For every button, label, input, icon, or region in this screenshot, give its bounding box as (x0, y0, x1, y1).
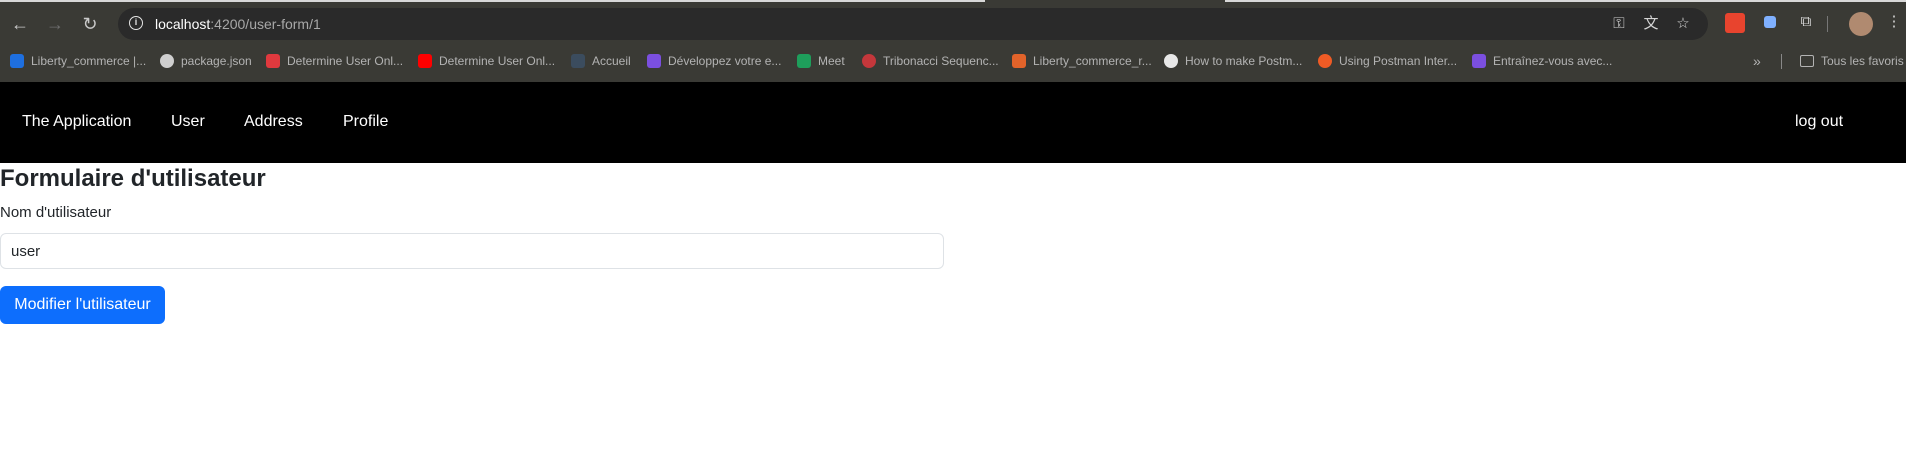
github-icon (1164, 54, 1178, 68)
all-bookmarks-folder[interactable]: Tous les favoris (1800, 51, 1904, 71)
nav-link-profile[interactable]: Profile (343, 113, 388, 131)
extension-icon[interactable] (1725, 13, 1745, 33)
browser-chrome: ← → ↻ i localhost:4200/user-form/1 ⚿ 文 ☆… (0, 0, 1906, 82)
page-title: Formulaire d'utilisateur (0, 165, 266, 192)
codewars-icon (862, 54, 876, 68)
nav-link-address[interactable]: Address (244, 113, 303, 131)
bookmark-item[interactable]: Liberty_commerce |... (10, 51, 146, 71)
reload-icon[interactable]: ↻ (78, 12, 102, 36)
folder-icon (1800, 55, 1814, 67)
back-icon[interactable]: ← (8, 12, 32, 36)
bookmark-star-icon[interactable]: ☆ (1674, 15, 1692, 33)
browser-toolbar: ← → ↻ i localhost:4200/user-form/1 ⚿ 文 ☆… (0, 5, 1906, 43)
site-info-icon[interactable]: i (129, 16, 143, 30)
bookmarks-overflow-chevron[interactable]: » (1753, 51, 1761, 71)
tab-edge (0, 0, 985, 2)
globe-icon (160, 54, 174, 68)
bookmark-item[interactable]: Développez votre e... (647, 51, 781, 71)
menu-kebab-icon[interactable]: ⋮ (1885, 13, 1903, 31)
tab-strip (0, 0, 1906, 3)
username-input[interactable] (0, 233, 944, 269)
toolbar-divider (1827, 16, 1828, 32)
bookmark-item[interactable]: package.json (160, 51, 252, 71)
bookmark-item[interactable]: Using Postman Inter... (1318, 51, 1457, 71)
update-user-button[interactable]: Modifier l'utilisateur (0, 286, 165, 324)
bookmark-item[interactable]: Tribonacci Sequenc... (862, 51, 999, 71)
postman-icon (1318, 54, 1332, 68)
bookmark-item[interactable]: Determine User Onl... (418, 51, 555, 71)
address-bar[interactable]: i localhost:4200/user-form/1 ⚿ 文 ☆ (118, 8, 1708, 40)
key-icon[interactable]: ⚿ (1610, 15, 1628, 33)
openclassrooms-icon (1472, 54, 1486, 68)
openclassrooms-icon (647, 54, 661, 68)
url-text[interactable]: localhost:4200/user-form/1 (155, 16, 321, 32)
bookmarks-bar: Liberty_commerce |... package.json Deter… (0, 49, 1906, 73)
youtube-icon (418, 54, 432, 68)
profile-avatar-icon[interactable] (1849, 12, 1873, 36)
bookmark-item[interactable]: Accueil (571, 51, 631, 71)
gitlab-icon (1012, 54, 1026, 68)
nav-link-user[interactable]: User (171, 113, 205, 131)
extensions-puzzle-icon[interactable]: ⧉ (1797, 13, 1815, 31)
logout-link[interactable]: log out (1795, 113, 1843, 131)
navbar-brand[interactable]: The Application (22, 113, 131, 131)
trello-icon (10, 54, 24, 68)
bookmark-item[interactable]: Liberty_commerce_r... (1012, 51, 1152, 71)
bookmark-item[interactable]: Determine User Onl... (266, 51, 403, 71)
extension-icon[interactable] (1764, 16, 1776, 28)
bookmark-item[interactable]: Meet (797, 51, 845, 71)
tab-edge (1225, 0, 1906, 2)
bookmark-item[interactable]: How to make Postm... (1164, 51, 1302, 71)
app-navbar: The Application User Address Profile log… (0, 82, 1906, 163)
site-icon (266, 54, 280, 68)
bookmark-item[interactable]: Entraînez-vous avec... (1472, 51, 1612, 71)
meet-icon (797, 54, 811, 68)
username-label: Nom d'utilisateur (0, 204, 112, 221)
site-icon (571, 54, 585, 68)
translate-icon[interactable]: 文 (1642, 15, 1660, 33)
forward-icon[interactable]: → (43, 12, 67, 36)
bookmarks-divider (1781, 54, 1782, 69)
